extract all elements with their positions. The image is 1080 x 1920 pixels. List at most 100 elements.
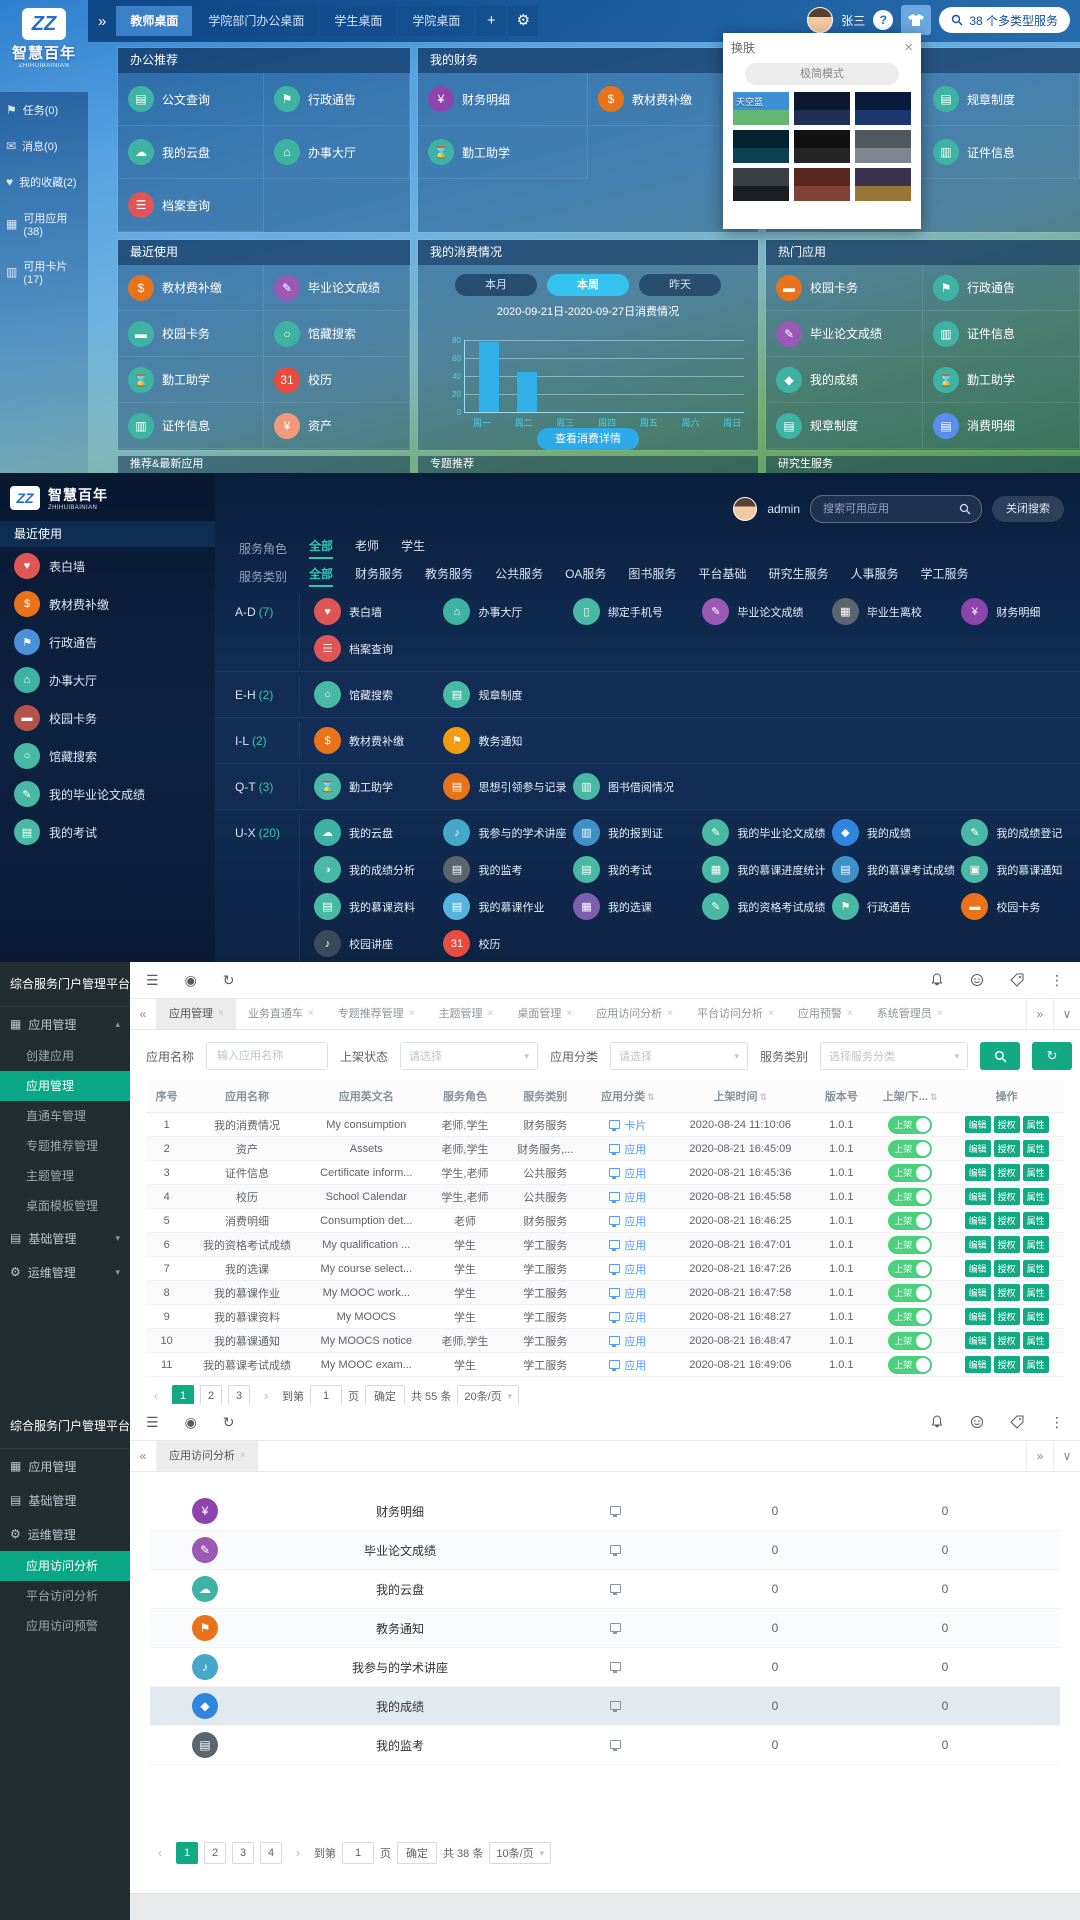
- service-app-item[interactable]: ▤我的慕课作业: [429, 888, 558, 925]
- tabs-scroll-right[interactable]: »: [1026, 999, 1053, 1029]
- app-search-box[interactable]: [810, 495, 982, 523]
- tag-icon[interactable]: [1010, 1415, 1024, 1429]
- on-shelf-toggle[interactable]: 上架: [888, 1284, 932, 1302]
- desktop-tab[interactable]: 学院桌面: [398, 6, 474, 36]
- tabs-dropdown-icon[interactable]: ∨: [1053, 999, 1080, 1029]
- service-app-item[interactable]: ▦我的选课: [559, 888, 688, 925]
- page-number[interactable]: 1: [176, 1842, 198, 1864]
- table-row[interactable]: 2资产Assets老师,学生财务服务,...应用2020-08-21 16:45…: [146, 1137, 1064, 1161]
- app-shortcut[interactable]: ⚑行政通告: [923, 265, 1080, 311]
- app-type-link[interactable]: 应用: [609, 1357, 646, 1373]
- recent-app-item[interactable]: ⌂办事大厅: [0, 661, 215, 699]
- on-shelf-toggle[interactable]: 上架: [888, 1140, 932, 1158]
- menu-sub-item[interactable]: 专题推荐管理: [0, 1131, 130, 1161]
- service-app-item[interactable]: ▤我的慕课资料: [300, 888, 429, 925]
- auth-button[interactable]: 授权: [994, 1356, 1020, 1373]
- workspace-tab[interactable]: 专题推荐管理×: [326, 999, 427, 1029]
- more-icon[interactable]: ⋮: [1050, 1414, 1064, 1431]
- edit-button[interactable]: 编辑: [965, 1236, 991, 1253]
- prop-button[interactable]: 属性: [1023, 1140, 1049, 1157]
- service-app-item[interactable]: ▥图书借阅情况: [559, 768, 688, 805]
- workspace-tab[interactable]: 应用管理×: [157, 999, 236, 1029]
- menu-sub-item[interactable]: 平台访问分析: [0, 1581, 130, 1611]
- edit-button[interactable]: 编辑: [965, 1188, 991, 1205]
- app-shortcut[interactable]: ⚑行政通告: [264, 73, 410, 126]
- close-icon[interactable]: ×: [904, 39, 913, 56]
- sidebar-item[interactable]: ✉消息(0): [0, 128, 88, 164]
- menu-sub-item[interactable]: 直通车管理: [0, 1101, 130, 1131]
- on-shelf-toggle[interactable]: 上架: [888, 1164, 932, 1182]
- app-name-input-box[interactable]: [206, 1042, 328, 1070]
- menu-app-management[interactable]: ▦应用管理▴: [0, 1007, 130, 1041]
- app-shortcut[interactable]: ⌛勤工助学: [418, 126, 588, 179]
- service-app-item[interactable]: $教材费补缴: [300, 722, 429, 759]
- sidebar-item[interactable]: ♥我的收藏(2): [0, 164, 88, 200]
- edit-button[interactable]: 编辑: [965, 1116, 991, 1133]
- desktop-tab[interactable]: 学院部门办公桌面: [194, 6, 318, 36]
- table-row[interactable]: 5消费明细Consumption det...老师财务服务应用2020-08-2…: [146, 1209, 1064, 1233]
- auth-button[interactable]: 授权: [994, 1164, 1020, 1181]
- filter-option[interactable]: 教务服务: [425, 565, 473, 587]
- app-shortcut[interactable]: ▥证件信息: [923, 126, 1080, 179]
- period-button[interactable]: 昨天: [639, 274, 721, 296]
- app-shortcut[interactable]: ⌛勤工助学: [923, 357, 1080, 403]
- app-shortcut[interactable]: ✎毕业论文成绩: [264, 265, 410, 311]
- service-app-item[interactable]: ✎我的成绩登记: [947, 814, 1076, 851]
- auth-button[interactable]: 授权: [994, 1116, 1020, 1133]
- bell-icon[interactable]: [930, 1415, 944, 1429]
- prop-button[interactable]: 属性: [1023, 1356, 1049, 1373]
- app-type-link[interactable]: 应用: [609, 1189, 646, 1205]
- workspace-tab[interactable]: 应用访问分析×: [584, 999, 685, 1029]
- jump-page-input[interactable]: [342, 1842, 374, 1864]
- visit-row[interactable]: ◆ 我的成绩 0 0: [150, 1687, 1060, 1726]
- edit-button[interactable]: 编辑: [965, 1284, 991, 1301]
- prev-page-icon[interactable]: ‹: [146, 1386, 166, 1404]
- service-app-item[interactable]: ⚑行政通告: [818, 888, 947, 925]
- recent-app-item[interactable]: ⚑行政通告: [0, 623, 215, 661]
- desktop-tab[interactable]: 教师桌面: [116, 6, 192, 36]
- tag-icon[interactable]: [1010, 973, 1024, 987]
- visit-row[interactable]: ☁ 我的云盘 0 0: [150, 1570, 1060, 1609]
- service-app-item[interactable]: ▦毕业生离校: [818, 593, 947, 630]
- filter-option[interactable]: 老师: [355, 537, 379, 559]
- refresh-button[interactable]: ↻: [1032, 1042, 1072, 1070]
- edit-button[interactable]: 编辑: [965, 1332, 991, 1349]
- service-app-item[interactable]: ◑我的成绩分析: [300, 851, 429, 888]
- workspace-tab[interactable]: 业务直通车×: [236, 999, 326, 1029]
- service-app-item[interactable]: ⌂办事大厅: [429, 593, 558, 630]
- page-size-select[interactable]: 10条/页▾: [489, 1842, 551, 1864]
- app-shortcut[interactable]: ▤消费明细: [923, 403, 1080, 449]
- menu-sub-item[interactable]: 应用访问分析: [0, 1551, 130, 1581]
- recent-app-item[interactable]: ▤我的考试: [0, 813, 215, 851]
- filter-option[interactable]: 人事服务: [850, 565, 898, 587]
- sort-icon[interactable]: ⇅: [647, 1092, 655, 1102]
- sidebar-item[interactable]: ▦可用应用(38): [0, 200, 88, 248]
- on-shelf-toggle[interactable]: 上架: [888, 1260, 932, 1278]
- app-shortcut[interactable]: ¥财务明细: [418, 73, 588, 126]
- app-shortcut[interactable]: ▬校园卡务: [118, 311, 264, 357]
- prop-button[interactable]: 属性: [1023, 1260, 1049, 1277]
- app-shortcut[interactable]: ▥证件信息: [118, 403, 264, 449]
- menu-group[interactable]: ▤基础管理: [0, 1483, 130, 1517]
- edit-button[interactable]: 编辑: [965, 1308, 991, 1325]
- page-size-select[interactable]: 20条/页▾: [457, 1385, 519, 1404]
- service-app-item[interactable]: ♪校园讲座: [300, 925, 429, 962]
- filter-option[interactable]: 全部: [309, 537, 333, 559]
- page-number[interactable]: 3: [232, 1842, 254, 1864]
- refresh-icon[interactable]: ↻: [223, 972, 235, 989]
- period-button[interactable]: 本月: [455, 274, 537, 296]
- app-shortcut[interactable]: $教材费补缴: [118, 265, 264, 311]
- table-row[interactable]: 8我的慕课作业My MOOC work...学生学工服务应用2020-08-21…: [146, 1281, 1064, 1305]
- service-app-item[interactable]: ✎毕业论文成绩: [688, 593, 817, 630]
- prop-button[interactable]: 属性: [1023, 1284, 1049, 1301]
- edit-button[interactable]: 编辑: [965, 1260, 991, 1277]
- add-desktop-button[interactable]: +: [476, 6, 506, 36]
- menu-group[interactable]: ⚙运维管理: [0, 1517, 130, 1551]
- auth-button[interactable]: 授权: [994, 1236, 1020, 1253]
- menu-toggle-icon[interactable]: ☰: [146, 972, 159, 989]
- page-number[interactable]: 1: [172, 1385, 194, 1404]
- service-app-item[interactable]: ♥表白墙: [300, 593, 429, 630]
- skin-thumbnail[interactable]: [794, 92, 850, 125]
- close-tab-icon[interactable]: ×: [308, 999, 314, 1029]
- class-select[interactable]: 请选择▾: [610, 1042, 748, 1070]
